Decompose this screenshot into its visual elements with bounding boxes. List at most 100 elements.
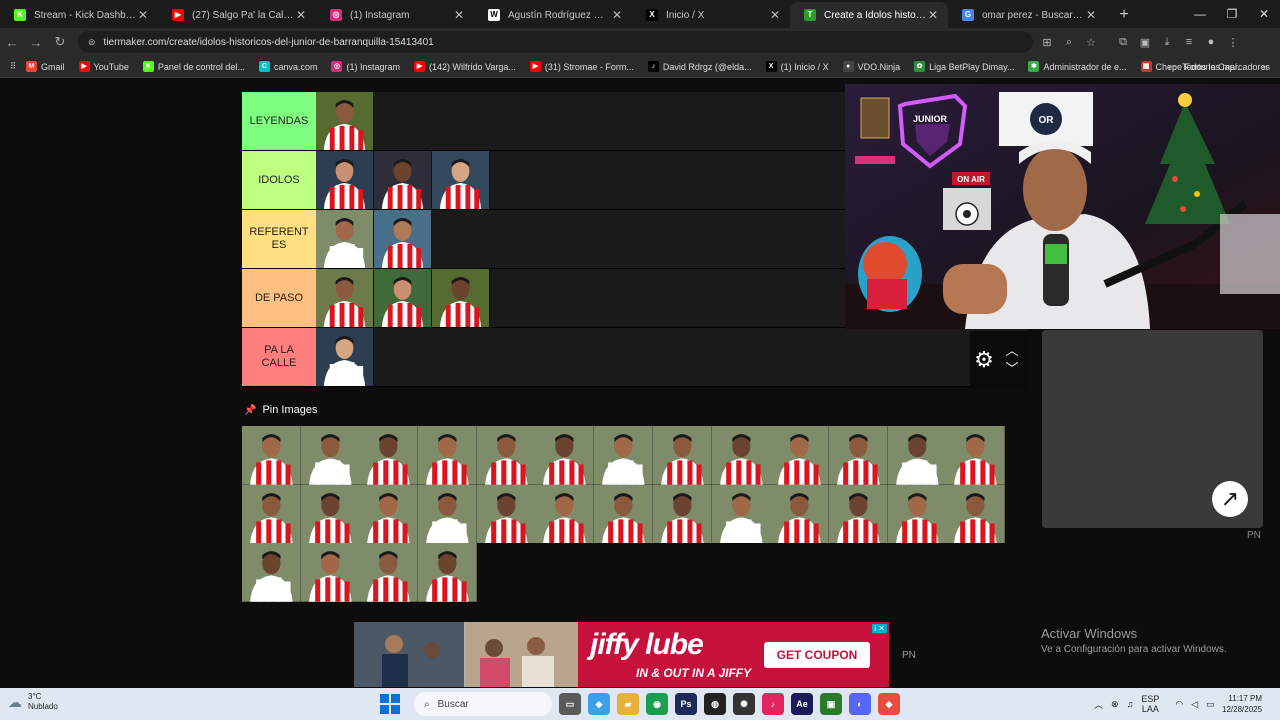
- bookmark-item[interactable]: X (1) Inicio / X: [765, 61, 829, 72]
- notification-app-icon[interactable]: ◆: [878, 693, 900, 715]
- player-thumbnail[interactable]: [359, 543, 419, 603]
- player-thumbnail[interactable]: [316, 151, 374, 209]
- close-icon[interactable]: ✕: [1248, 0, 1280, 28]
- tray-chevron-icon[interactable]: ︿: [1094, 698, 1103, 711]
- close-tab-icon[interactable]: ✕: [452, 8, 466, 22]
- player-thumbnail[interactable]: [594, 426, 653, 485]
- file-explorer-icon[interactable]: ▰: [617, 693, 639, 715]
- minimize-icon[interactable]: —: [1184, 0, 1216, 28]
- close-tab-icon[interactable]: ✕: [136, 8, 150, 22]
- player-thumbnail[interactable]: [374, 151, 432, 209]
- bookmark-item[interactable]: ▶ (31) Stromae - Form...: [529, 61, 634, 72]
- bookmark-item[interactable]: M Gmail: [26, 61, 65, 72]
- player-thumbnail[interactable]: [418, 543, 477, 603]
- bookmark-item[interactable]: ✿ Liga BetPlay Dimay...: [914, 61, 1014, 72]
- player-thumbnail[interactable]: [316, 328, 374, 386]
- bookmark-item[interactable]: ✱ Administrador de e...: [1028, 61, 1127, 72]
- browser-tab[interactable]: T Create a Idolos historicos del Ju✕: [790, 2, 948, 28]
- back-icon[interactable]: ←: [0, 35, 24, 50]
- player-thumbnail[interactable]: [374, 269, 432, 327]
- url-bar[interactable]: ⊜ tiermaker.com/create/idolos-historicos…: [78, 31, 1033, 53]
- tier-label[interactable]: IDOLOS: [242, 151, 316, 209]
- popout-arrow-icon[interactable]: ↗: [1212, 481, 1248, 517]
- player-thumbnail[interactable]: [316, 269, 374, 327]
- chrome-icon[interactable]: ◉: [646, 693, 668, 715]
- get-coupon-button[interactable]: GET COUPON: [764, 642, 870, 668]
- player-thumbnail[interactable]: [242, 484, 301, 544]
- browser-tab[interactable]: ◎ (1) Instagram ✕: [316, 2, 474, 28]
- browser-tab[interactable]: K Stream - Kick Dashboard ✕: [0, 2, 158, 28]
- task-view-icon[interactable]: ▭: [559, 693, 581, 715]
- player-thumbnail[interactable]: [418, 484, 477, 544]
- start-button[interactable]: [380, 694, 400, 714]
- translate-icon[interactable]: ⊞: [1036, 36, 1058, 49]
- player-thumbnail[interactable]: [946, 484, 1005, 544]
- apps-icon[interactable]: ⠿: [0, 61, 26, 72]
- tier-label[interactable]: LEYENDAS: [242, 92, 316, 150]
- player-thumbnail[interactable]: [887, 426, 947, 485]
- bookmark-item[interactable]: ▶ (142) Wilfrido Varga...: [414, 61, 516, 72]
- new-tab-button[interactable]: +: [1112, 4, 1136, 28]
- player-thumbnail[interactable]: [300, 484, 360, 544]
- player-thumbnail[interactable]: [535, 426, 595, 485]
- zoom-icon[interactable]: ⌕: [1058, 36, 1080, 49]
- player-thumbnail[interactable]: [359, 426, 419, 485]
- close-tab-icon[interactable]: ✕: [610, 8, 624, 22]
- forward-icon[interactable]: →: [24, 35, 48, 50]
- player-thumbnail[interactable]: [946, 426, 1005, 485]
- close-tab-icon[interactable]: ✕: [1084, 8, 1098, 22]
- player-thumbnail[interactable]: [300, 426, 360, 485]
- gear-icon[interactable]: ⚙: [970, 347, 998, 373]
- close-tab-icon[interactable]: ✕: [294, 8, 308, 22]
- bookmark-item[interactable]: ● VDO.Ninja: [842, 61, 900, 72]
- bookmark-item[interactable]: ◎ (1) Instagram: [331, 61, 400, 72]
- photoshop-icon[interactable]: Ps: [675, 693, 697, 715]
- player-thumbnail[interactable]: [374, 210, 432, 268]
- player-thumbnail[interactable]: [770, 426, 829, 485]
- pin-images-toggle[interactable]: 📌 Pin Images: [244, 404, 317, 416]
- close-tab-icon[interactable]: ✕: [926, 8, 940, 22]
- player-thumbnail[interactable]: [316, 210, 374, 268]
- volume-icon[interactable]: ◁: [1191, 699, 1198, 710]
- player-thumbnail[interactable]: [476, 484, 536, 544]
- player-thumbnail[interactable]: [418, 426, 477, 485]
- player-thumbnail[interactable]: [300, 543, 360, 603]
- player-thumbnail[interactable]: [652, 426, 712, 485]
- player-thumbnail[interactable]: [711, 484, 771, 544]
- extensions-icon[interactable]: ⧉: [1112, 36, 1134, 49]
- player-thumbnail[interactable]: [242, 543, 301, 603]
- battery-icon[interactable]: ▭: [1206, 699, 1215, 710]
- profile-icon[interactable]: ●: [1200, 36, 1222, 48]
- advertisement-banner[interactable]: jiffy lube IN & OUT IN A JIFFY GET COUPO…: [354, 622, 889, 687]
- player-thumbnail[interactable]: [535, 484, 595, 544]
- chevron-down-icon[interactable]: ﹀: [1005, 360, 1018, 378]
- maximize-icon[interactable]: ❐: [1216, 0, 1248, 28]
- player-thumbnail[interactable]: [316, 92, 374, 150]
- browser-tab[interactable]: Gomar perez - Buscar con Google✕: [948, 2, 1106, 28]
- reading-list-icon[interactable]: ≡: [1178, 36, 1200, 48]
- player-thumbnail[interactable]: [432, 151, 490, 209]
- tiktok-studio-icon[interactable]: ♪: [762, 693, 784, 715]
- obs-icon[interactable]: ◍: [704, 693, 726, 715]
- tray-app-icon[interactable]: ⊗: [1111, 699, 1119, 710]
- menu-icon[interactable]: ⋮: [1222, 36, 1244, 49]
- tier-label[interactable]: REFERENT ES: [242, 210, 316, 268]
- browser-tab[interactable]: X Inicio / X ✕: [632, 2, 790, 28]
- player-thumbnail[interactable]: [359, 484, 419, 544]
- discord-icon[interactable]: ◐: [849, 693, 871, 715]
- clock[interactable]: 11:17 PM 12/28/2025: [1222, 693, 1262, 715]
- player-thumbnail[interactable]: [711, 426, 771, 485]
- reload-icon[interactable]: ↻: [48, 34, 72, 50]
- sidebar-icon[interactable]: ▣: [1134, 36, 1156, 49]
- davinci-icon[interactable]: ✺: [733, 693, 755, 715]
- player-thumbnail[interactable]: [476, 426, 536, 485]
- player-thumbnail[interactable]: [887, 484, 947, 544]
- tier-label[interactable]: PA LA CALLE: [242, 328, 316, 386]
- site-info-icon[interactable]: ⊜: [88, 37, 96, 48]
- bookmark-item[interactable]: ♪ David Rdrgz (@elda...: [647, 61, 752, 72]
- tier-label[interactable]: DE PASO: [242, 269, 316, 327]
- taskbar-search[interactable]: ⌕ Buscar: [414, 692, 552, 716]
- bookmark-item[interactable]: ▶ YouTube: [78, 61, 129, 72]
- chevron-up-icon[interactable]: ︿: [1005, 342, 1018, 360]
- browser-tab[interactable]: W Agustín Rodríguez Rosano - Wi✕: [474, 2, 632, 28]
